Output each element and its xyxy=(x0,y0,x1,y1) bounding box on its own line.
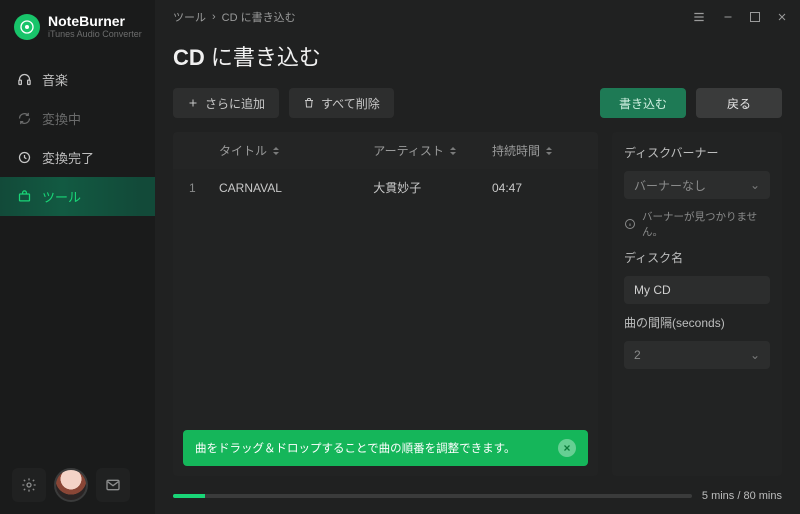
brand: NoteBurner iTunes Audio Converter xyxy=(0,0,155,50)
back-button[interactable]: 戻る xyxy=(696,88,782,118)
maximize-icon xyxy=(750,12,760,22)
sidebar-item-label: 音楽 xyxy=(42,70,68,89)
burner-label: ディスクバーナー xyxy=(624,144,770,161)
gap-label: 曲の間隔(seconds) xyxy=(624,314,770,331)
track-table: タイトル アーティスト 持続時間 1 CARNAVAL 大貫妙子 04:47 xyxy=(173,132,598,476)
content: タイトル アーティスト 持続時間 1 CARNAVAL 大貫妙子 04:47 xyxy=(155,132,800,476)
feedback-button[interactable] xyxy=(96,468,130,502)
menu-icon xyxy=(692,10,706,24)
minimize-icon xyxy=(722,11,734,23)
sidebar-item-label: ツール xyxy=(42,187,81,206)
minimize-button[interactable] xyxy=(722,11,734,23)
burner-value: バーナーなし xyxy=(634,177,706,194)
cell-duration: 04:47 xyxy=(492,179,582,196)
sidebar: NoteBurner iTunes Audio Converter 音楽 変換中… xyxy=(0,0,155,514)
remove-all-button[interactable]: すべて削除 xyxy=(289,88,394,118)
table-header: タイトル アーティスト 持続時間 xyxy=(173,132,598,169)
window-controls xyxy=(692,10,788,24)
chevron-down-icon: ⌄ xyxy=(750,348,760,362)
cell-index: 1 xyxy=(189,179,219,196)
gap-value: 2 xyxy=(634,348,641,362)
burn-label: 書き込む xyxy=(619,95,667,112)
sync-icon xyxy=(16,111,32,127)
cell-title: CARNAVAL xyxy=(219,179,373,196)
sort-icon xyxy=(448,146,458,156)
plus-icon xyxy=(187,97,199,109)
progress-bar xyxy=(173,494,692,498)
mail-icon xyxy=(105,477,121,493)
close-icon xyxy=(776,11,788,23)
add-more-label: さらに追加 xyxy=(205,95,265,112)
burner-warning: バーナーが見つかりません。 xyxy=(624,209,770,239)
page-title-strong: CD xyxy=(173,45,205,70)
gear-icon xyxy=(21,477,37,493)
progress-text: 5 mins / 80 mins xyxy=(702,490,782,502)
page-title: CD に書き込む xyxy=(155,34,800,88)
progress-footer: 5 mins / 80 mins xyxy=(155,476,800,514)
sort-icon xyxy=(271,146,281,156)
brand-title: NoteBurner xyxy=(48,14,142,29)
main: ツール › CD に書き込む xyxy=(155,0,800,514)
settings-button[interactable] xyxy=(12,468,46,502)
back-label: 戻る xyxy=(727,95,751,112)
burn-button[interactable]: 書き込む xyxy=(600,88,686,118)
discname-label: ディスク名 xyxy=(624,249,770,266)
hint-close-button[interactable] xyxy=(558,439,576,457)
breadcrumb-root[interactable]: ツール xyxy=(173,9,206,25)
maximize-button[interactable] xyxy=(750,12,760,22)
discname-input[interactable]: My CD xyxy=(624,276,770,304)
add-more-button[interactable]: さらに追加 xyxy=(173,88,279,118)
sidebar-item-converting[interactable]: 変換中 xyxy=(0,99,155,138)
nav-list: 音楽 変換中 変換完了 ツール xyxy=(0,60,155,216)
progress-fill xyxy=(173,494,205,498)
chevron-down-icon: ⌄ xyxy=(750,178,760,192)
close-icon xyxy=(562,443,572,453)
menu-button[interactable] xyxy=(692,10,706,24)
info-icon xyxy=(624,218,636,230)
sidebar-item-music[interactable]: 音楽 xyxy=(0,60,155,99)
th-duration[interactable]: 持続時間 xyxy=(492,142,582,159)
chevron-right-icon: › xyxy=(212,11,216,23)
top-row: ツール › CD に書き込む xyxy=(155,0,800,34)
side-panel: ディスクバーナー バーナーなし ⌄ バーナーが見つかりません。 ディスク名 My… xyxy=(612,132,782,476)
sidebar-item-converted[interactable]: 変換完了 xyxy=(0,138,155,177)
reorder-hint: 曲をドラッグ＆ドロップすることで曲の順番を調整できます。 xyxy=(183,430,588,466)
app-logo-icon xyxy=(14,14,40,40)
close-button[interactable] xyxy=(776,11,788,23)
clock-icon xyxy=(16,150,32,166)
discname-value: My CD xyxy=(634,283,671,297)
avatar[interactable] xyxy=(54,468,88,502)
cell-artist: 大貫妙子 xyxy=(373,179,492,196)
brand-subtitle: iTunes Audio Converter xyxy=(48,30,142,40)
burner-select[interactable]: バーナーなし ⌄ xyxy=(624,171,770,199)
hint-text: 曲をドラッグ＆ドロップすることで曲の順番を調整できます。 xyxy=(195,440,516,456)
remove-all-label: すべて削除 xyxy=(321,95,380,112)
table-row[interactable]: 1 CARNAVAL 大貫妙子 04:47 xyxy=(173,169,598,206)
trash-icon xyxy=(303,97,315,109)
headphones-icon xyxy=(16,72,32,88)
sort-icon xyxy=(544,146,554,156)
toolbox-icon xyxy=(16,189,32,205)
breadcrumb-current: CD に書き込む xyxy=(222,9,296,25)
th-artist[interactable]: アーティスト xyxy=(373,142,492,159)
action-row: さらに追加 すべて削除 書き込む 戻る xyxy=(155,88,800,132)
sidebar-item-label: 変換中 xyxy=(42,109,81,128)
page-title-rest: に書き込む xyxy=(205,45,321,70)
gap-select[interactable]: 2 ⌄ xyxy=(624,341,770,369)
th-title[interactable]: タイトル xyxy=(219,142,373,159)
sidebar-item-tools[interactable]: ツール xyxy=(0,177,155,216)
breadcrumb: ツール › CD に書き込む xyxy=(173,9,296,25)
sidebar-footer xyxy=(0,456,155,514)
sidebar-item-label: 変換完了 xyxy=(42,148,94,167)
